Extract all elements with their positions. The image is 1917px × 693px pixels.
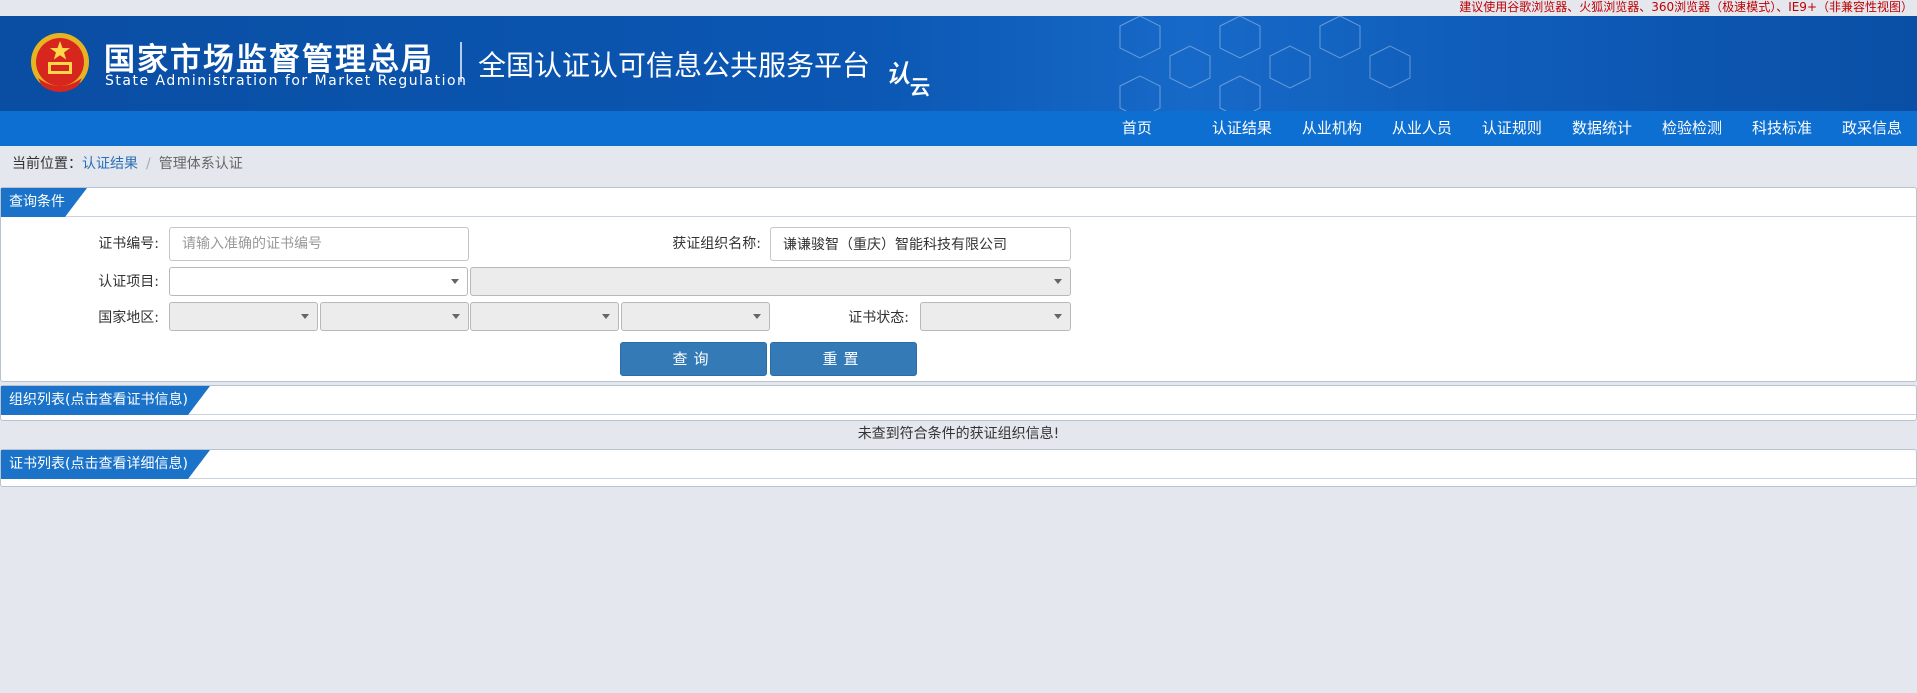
region-country-select[interactable] <box>169 302 318 331</box>
region-city-select[interactable] <box>470 302 619 331</box>
nav-item-statistics[interactable]: 数据统计 <box>1557 111 1647 146</box>
site-header: 国家市场监督管理总局 State Administration for Mark… <box>0 16 1917 111</box>
nav-item-procurement[interactable]: 政采信息 <box>1827 111 1917 146</box>
nav-item-standards[interactable]: 科技标准 <box>1737 111 1827 146</box>
nav-item-home[interactable]: 首页 <box>1107 111 1197 146</box>
nav-item-rules[interactable]: 认证规则 <box>1467 111 1557 146</box>
breadcrumb-current: 管理体系认证 <box>158 156 243 172</box>
project-select[interactable] <box>169 267 468 296</box>
breadcrumb-link-cert-results[interactable]: 认证结果 <box>82 156 138 172</box>
org-list-title: 组织列表(点击查看证书信息) <box>1 386 210 415</box>
title-divider <box>460 42 462 82</box>
chevron-down-icon <box>1054 279 1062 284</box>
cert-list-title: 证书列表(点击查看详细信息) <box>1 450 210 479</box>
status-select[interactable] <box>920 302 1071 331</box>
breadcrumb: 当前位置：认证结果 / 管理体系认证 <box>0 146 1917 182</box>
query-panel-title: 查询条件 <box>1 188 87 217</box>
chevron-down-icon <box>452 314 460 319</box>
org-name-input[interactable] <box>770 227 1071 261</box>
chevron-down-icon <box>602 314 610 319</box>
cert-list-header: 证书列表(点击查看详细信息) <box>1 450 1916 479</box>
nav-item-cert-results[interactable]: 认证结果 <box>1197 111 1287 146</box>
cloud-logo-main: 认 <box>886 59 910 88</box>
platform-title: 全国认证认可信息公共服务平台 <box>478 49 871 82</box>
cert-no-label: 证书编号: <box>98 236 159 252</box>
reset-button[interactable]: 重置 <box>770 342 917 376</box>
query-panel-header: 查询条件 <box>1 188 1916 217</box>
search-button[interactable]: 查询 <box>620 342 767 376</box>
hexagon-pattern-decoration <box>1119 16 1411 111</box>
region-district-select[interactable] <box>621 302 770 331</box>
org-list-panel: 组织列表(点击查看证书信息) <box>0 385 1917 421</box>
cloud-logo: 认云 <box>886 54 930 100</box>
breadcrumb-separator: / <box>146 156 151 172</box>
project-label: 认证项目: <box>98 274 159 290</box>
national-emblem-icon <box>31 33 89 92</box>
org-name-label: 获证组织名称: <box>672 236 761 252</box>
chevron-down-icon <box>1054 314 1062 319</box>
query-panel: 查询条件 证书编号: 获证组织名称: 认证项目: 国家地区: 证书状态: 查询 … <box>0 187 1917 382</box>
chevron-down-icon <box>301 314 309 319</box>
org-name-en: State Administration for Market Regulati… <box>105 73 468 89</box>
main-nav: 首页 认证结果 从业机构 从业人员 认证规则 数据统计 检验检测 科技标准 政采… <box>0 111 1917 146</box>
nav-item-testing[interactable]: 检验检测 <box>1647 111 1737 146</box>
region-label: 国家地区: <box>98 310 159 326</box>
empty-result-message: 未查到符合条件的获证组织信息! <box>857 426 1060 442</box>
region-province-select[interactable] <box>320 302 469 331</box>
cloud-logo-sub: 云 <box>910 75 930 99</box>
status-label: 证书状态: <box>848 310 909 326</box>
nav-item-institutions[interactable]: 从业机构 <box>1287 111 1377 146</box>
breadcrumb-prefix: 当前位置： <box>12 156 82 172</box>
browser-tip: 建议使用谷歌浏览器、火狐浏览器、360浏览器（极速模式）、IE9+（非兼容性视图… <box>0 0 1917 16</box>
chevron-down-icon <box>451 279 459 284</box>
cert-no-input[interactable] <box>169 227 469 261</box>
cert-list-panel: 证书列表(点击查看详细信息) <box>0 449 1917 487</box>
org-list-header: 组织列表(点击查看证书信息) <box>1 386 1916 415</box>
project-sub-select[interactable] <box>470 267 1071 296</box>
chevron-down-icon <box>753 314 761 319</box>
nav-item-personnel[interactable]: 从业人员 <box>1377 111 1467 146</box>
